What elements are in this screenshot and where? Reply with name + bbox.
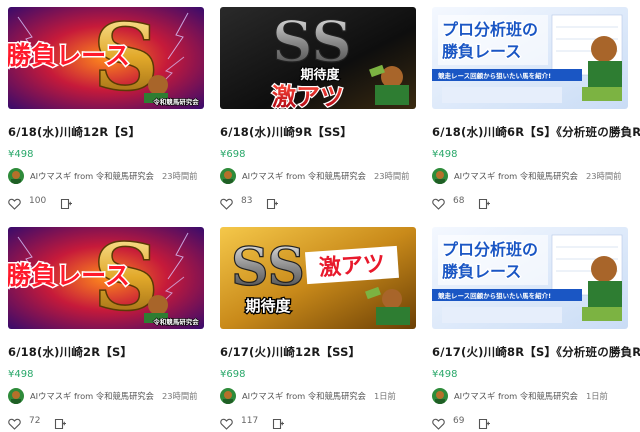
add-to-magazine-icon[interactable]	[266, 195, 279, 210]
author-name[interactable]: AIウマスギ from 令和競馬研究会	[242, 390, 366, 402]
card-price: ¥698	[220, 369, 246, 380]
avatar[interactable]	[220, 168, 236, 184]
like-count: 100	[29, 196, 47, 206]
card-actions: 117	[220, 414, 285, 430]
thumbnail-image[interactable]: SS 期待度 激アツ	[220, 227, 416, 329]
ss-badge: SS	[272, 9, 352, 75]
avatar[interactable]	[220, 388, 236, 404]
author-name[interactable]: AIウマスギ from 令和競馬研究会	[242, 170, 366, 182]
heart-icon[interactable]	[220, 195, 233, 210]
thumbnail-image[interactable]: プロ分析班の 勝負レース 競走レース回顧から狙いたい馬を紹介!	[432, 227, 628, 329]
card-actions: 69	[432, 414, 491, 430]
card-author[interactable]: AIウマスギ from 令和競馬研究会 23時間前	[8, 387, 197, 405]
thumbnail-image[interactable]: S 勝負レース 令和競馬研究会	[8, 7, 204, 109]
card-price: ¥498	[8, 369, 34, 380]
add-to-magazine-icon[interactable]	[60, 195, 73, 210]
thumb-subtitle: 期待度	[300, 67, 340, 83]
add-to-magazine-icon[interactable]	[478, 195, 491, 210]
post-time: 23時間前	[585, 171, 622, 181]
card-price: ¥698	[220, 149, 246, 160]
thumbnail-image[interactable]: プロ分析班の 勝負レース 競走レース回顧から狙いたい馬を紹介!	[432, 7, 628, 109]
card-author[interactable]: AIウマスギ from 令和競馬研究会 1日前	[432, 387, 608, 405]
card-author[interactable]: AIウマスギ from 令和競馬研究会 1日前	[220, 387, 396, 405]
add-to-magazine-icon[interactable]	[54, 415, 67, 430]
thumb-subtitle: 期待度	[245, 297, 291, 315]
card-title[interactable]: 6/18(水)川崎6R【S】《分析班の勝負R》	[432, 124, 640, 140]
heart-icon[interactable]	[8, 415, 21, 430]
card-title[interactable]: 6/18(水)川崎12R【S】	[8, 124, 140, 140]
card-title[interactable]: 6/17(火)川崎12R【SS】	[220, 344, 360, 360]
like-count: 117	[241, 416, 259, 426]
add-to-magazine-icon[interactable]	[478, 415, 491, 430]
card-price: ¥498	[432, 369, 458, 380]
card-actions: 100	[8, 194, 73, 210]
thumb-headline-line1: プロ分析班の	[442, 20, 538, 39]
card-author[interactable]: AIウマスギ from 令和競馬研究会 23時間前	[432, 167, 621, 185]
card-title[interactable]: 6/18(水)川崎9R【SS】	[220, 124, 352, 140]
author-name[interactable]: AIウマスギ from 令和競馬研究会	[454, 390, 578, 402]
thumbnail-image[interactable]: S 勝負レース 令和競馬研究会	[8, 227, 204, 329]
card-actions: 72	[8, 414, 67, 430]
avatar[interactable]	[8, 168, 24, 184]
card-actions: 68	[432, 194, 491, 210]
thumb-headline-line2: 勝負レース	[442, 262, 521, 281]
card-price: ¥498	[432, 149, 458, 160]
card-title[interactable]: 6/18(水)川崎2R【S】	[8, 344, 132, 360]
card-price: ¥498	[8, 149, 34, 160]
avatar[interactable]	[8, 388, 24, 404]
author-name[interactable]: AIウマスギ from 令和競馬研究会	[454, 170, 578, 182]
heart-icon[interactable]	[432, 415, 445, 430]
avatar[interactable]	[432, 388, 448, 404]
ss-badge: SS	[231, 237, 305, 298]
thumb-corner-label: 令和競馬研究会	[152, 97, 199, 106]
thumb-headline-line2: 勝負レース	[442, 42, 521, 61]
like-count: 72	[29, 416, 41, 426]
like-count: 68	[453, 196, 465, 206]
thumb-strip-text: 競走レース回顧から狙いたい馬を紹介!	[438, 291, 551, 300]
author-name[interactable]: AIウマスギ from 令和競馬研究会	[30, 390, 154, 402]
like-count: 83	[241, 196, 253, 206]
thumb-corner-label: 令和競馬研究会	[152, 317, 199, 326]
thumb-strip-text: 競走レース回顧から狙いたい馬を紹介!	[438, 71, 551, 80]
thumb-headline: 激アツ	[318, 251, 386, 282]
heart-icon[interactable]	[8, 195, 21, 210]
like-count: 69	[453, 416, 465, 426]
card-actions: 83	[220, 194, 279, 210]
post-time: 23時間前	[161, 171, 198, 181]
post-time: 1日前	[585, 391, 608, 401]
thumb-headline: 勝負レース	[8, 261, 130, 290]
heart-icon[interactable]	[432, 195, 445, 210]
thumbnail-image[interactable]: SS 期待度 激アツ	[220, 7, 416, 109]
card-author[interactable]: AIウマスギ from 令和競馬研究会 23時間前	[8, 167, 197, 185]
card-author[interactable]: AIウマスギ from 令和競馬研究会 23時間前	[220, 167, 409, 185]
card-title[interactable]: 6/17(火)川崎8R【S】《分析班の勝負R》	[432, 344, 640, 360]
post-time: 1日前	[373, 391, 396, 401]
avatar[interactable]	[432, 168, 448, 184]
thumb-headline: 勝負レース	[8, 41, 130, 70]
author-name[interactable]: AIウマスギ from 令和競馬研究会	[30, 170, 154, 182]
add-to-magazine-icon[interactable]	[272, 415, 285, 430]
thumb-headline-line1: プロ分析班の	[442, 240, 538, 259]
heart-icon[interactable]	[220, 415, 233, 430]
post-time: 23時間前	[373, 171, 410, 181]
thumb-headline: 激アツ	[272, 83, 344, 109]
post-time: 23時間前	[161, 391, 198, 401]
